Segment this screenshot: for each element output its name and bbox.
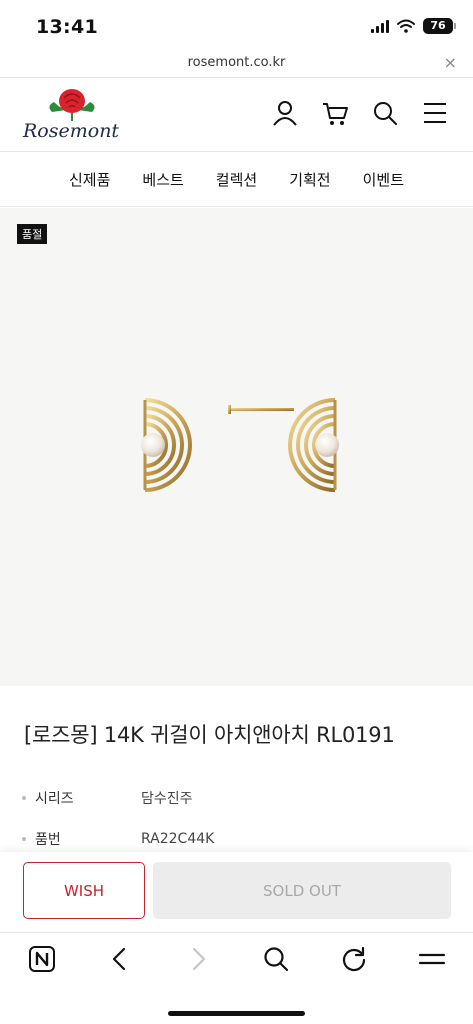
- wish-button[interactable]: WISH: [23, 862, 145, 919]
- product-title: [로즈몽] 14K 귀걸이 아치앤아치 RL0191: [24, 723, 395, 747]
- battery-icon: 76: [423, 18, 456, 34]
- spec-label: 품번: [35, 832, 61, 848]
- nav-item-promotion[interactable]: 기획전: [289, 169, 330, 190]
- category-nav: 신제품 베스트 컬렉션 기획전 이벤트: [0, 152, 473, 207]
- product-image[interactable]: 품절: [0, 208, 473, 686]
- spec-label: 시리즈: [35, 791, 74, 807]
- nav-item-event[interactable]: 이벤트: [363, 169, 404, 190]
- back-icon[interactable]: [106, 945, 134, 973]
- logo-text: Rosemont: [23, 120, 120, 142]
- spec-value: RA22C44K: [141, 831, 215, 847]
- cart-icon[interactable]: [321, 99, 349, 127]
- spec-value: 담수진주: [141, 791, 193, 807]
- url-bar[interactable]: rosemont.co.kr ×: [0, 52, 473, 78]
- signal-icon: [371, 19, 389, 33]
- status-icons: 76: [371, 18, 456, 34]
- search-icon[interactable]: [371, 99, 399, 127]
- menu-icon[interactable]: [421, 99, 449, 127]
- nav-item-new[interactable]: 신제품: [69, 169, 110, 190]
- menu-icon[interactable]: [418, 945, 446, 973]
- logo[interactable]: Rosemont: [20, 86, 126, 146]
- sold-out-badge: 품절: [17, 224, 48, 244]
- action-bar: WISH SOLD OUT: [0, 852, 473, 932]
- header-icons: [271, 99, 449, 127]
- site-header: Rosemont: [0, 78, 473, 152]
- naver-home-icon[interactable]: [28, 945, 56, 973]
- bullet-icon: [22, 796, 26, 800]
- bullet-icon: [22, 837, 26, 841]
- close-icon[interactable]: ×: [444, 53, 457, 72]
- sold-out-button: SOLD OUT: [153, 862, 451, 919]
- status-bar: 13:41 76: [0, 0, 473, 52]
- status-time: 13:41: [36, 16, 98, 38]
- refresh-icon[interactable]: [340, 945, 368, 973]
- nav-item-best[interactable]: 베스트: [142, 169, 183, 190]
- spec-row-series: 시리즈 담수진주: [22, 788, 193, 808]
- forward-icon: [192, 947, 206, 971]
- earrings-image: [141, 398, 339, 492]
- wifi-icon: [397, 19, 415, 33]
- home-indicator: [168, 1011, 305, 1016]
- browser-toolbar: [0, 932, 473, 1024]
- search-icon[interactable]: [262, 945, 290, 973]
- user-icon[interactable]: [271, 99, 299, 127]
- nav-item-collection[interactable]: 컬렉션: [216, 169, 257, 190]
- rose-logo-icon: [49, 89, 95, 121]
- spec-row-code: 품번 RA22C44K: [22, 829, 214, 849]
- url-text[interactable]: rosemont.co.kr: [0, 55, 473, 70]
